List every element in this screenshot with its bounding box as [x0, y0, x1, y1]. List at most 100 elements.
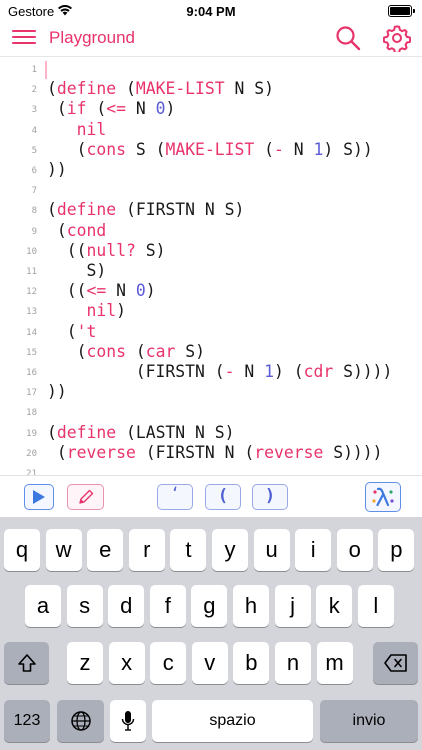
- close-paren-button[interactable]: ): [252, 484, 288, 510]
- key-z[interactable]: z: [67, 642, 103, 684]
- code-text: nil: [47, 120, 107, 140]
- numbers-key[interactable]: 123: [4, 700, 50, 742]
- keyword-token: cond: [66, 220, 107, 240]
- run-button[interactable]: [24, 484, 54, 510]
- code-line: 6)): [0, 160, 422, 180]
- code-token: ): [116, 301, 126, 321]
- code-editor[interactable]: 1 2 (define (MAKE-LIST N S) 3 (if (<= N 0) 4…: [0, 57, 422, 475]
- code-token: (: [47, 79, 57, 99]
- key-j[interactable]: j: [274, 585, 311, 627]
- key-n[interactable]: n: [275, 642, 311, 684]
- code-token: ) (: [273, 362, 304, 381]
- clock: 9:04 PM: [186, 4, 236, 19]
- code-token: (LASTN N S): [116, 422, 235, 442]
- key-s[interactable]: s: [66, 585, 103, 627]
- keyword-token: define: [56, 79, 117, 99]
- status-bar: Gestore 9:04 PM: [0, 0, 422, 22]
- backspace-key[interactable]: [373, 642, 418, 684]
- key-b[interactable]: b: [233, 642, 270, 684]
- code-text: (define (LASTN N S): [47, 423, 235, 443]
- open-paren-button[interactable]: (: [205, 484, 241, 510]
- code-line: 19 (define (LASTN N S): [0, 423, 422, 443]
- page-title: Playground: [49, 28, 136, 47]
- code-line: 17)): [0, 382, 422, 402]
- key-k[interactable]: k: [316, 585, 353, 627]
- key-t[interactable]: t: [170, 529, 207, 571]
- search-icon[interactable]: [335, 25, 361, 56]
- key-d[interactable]: d: [108, 585, 145, 627]
- line-number: 20: [26, 448, 37, 459]
- code-line: 13 nil): [0, 301, 422, 321]
- key-c[interactable]: c: [150, 642, 187, 684]
- code-token: (: [47, 99, 67, 119]
- number-token: 0: [155, 99, 166, 119]
- key-m[interactable]: m: [316, 642, 353, 684]
- key-i[interactable]: i: [295, 529, 332, 571]
- key-w[interactable]: w: [45, 529, 82, 571]
- key-e[interactable]: e: [87, 529, 124, 571]
- space-key[interactable]: spazio: [152, 700, 313, 742]
- code-line: 4 nil: [0, 120, 422, 140]
- code-text: ((null? S): [47, 241, 166, 261]
- key-u[interactable]: u: [253, 529, 290, 571]
- gear-icon[interactable]: [382, 24, 412, 57]
- key-q[interactable]: q: [4, 529, 40, 571]
- code-line: 14 ('t: [0, 322, 422, 342]
- keyword-token: car: [145, 341, 176, 361]
- code-token: S)))): [333, 362, 393, 381]
- keyword-token: define: [56, 200, 117, 220]
- line-number: 16: [26, 368, 37, 378]
- key-p[interactable]: p: [378, 529, 415, 571]
- keyword-token: 't: [76, 321, 97, 341]
- shift-key[interactable]: [4, 642, 49, 684]
- code-line: 3 (if (<= N 0): [0, 99, 422, 119]
- keyword-token: cons: [86, 139, 126, 159]
- code-token: S (: [125, 139, 166, 159]
- code-token: (FIRSTN N S): [116, 200, 245, 220]
- key-g[interactable]: g: [191, 585, 228, 627]
- line-number: 3: [31, 105, 37, 116]
- code-token: (: [125, 341, 146, 361]
- key-v[interactable]: v: [191, 642, 228, 684]
- hamburger-menu-icon[interactable]: [12, 30, 36, 48]
- code-text: (define (MAKE-LIST N S): [47, 79, 274, 99]
- number-token: 0: [135, 281, 146, 301]
- code-token: N: [106, 281, 136, 301]
- keyword-token: if: [66, 99, 87, 119]
- key-y[interactable]: y: [212, 529, 248, 571]
- line-number: 2: [31, 85, 37, 96]
- code-line: 20 (reverse (FIRSTN N (reverse S)))): [0, 443, 422, 463]
- return-key[interactable]: invio: [320, 700, 418, 742]
- line-number: 17: [26, 388, 37, 399]
- code-text: )): [47, 160, 67, 180]
- editor-toolbar: ‘ ( ): [0, 475, 422, 518]
- code-token: (: [47, 220, 67, 240]
- keyword-token: MAKE-LIST: [165, 139, 255, 159]
- code-line: 7: [0, 180, 422, 200]
- line-number: 18: [26, 408, 37, 419]
- code-token: (: [47, 200, 57, 220]
- key-o[interactable]: o: [336, 529, 373, 571]
- keyword-token: cons: [86, 341, 126, 361]
- line-number: 8: [31, 206, 37, 217]
- code-text: (reverse (FIRSTN N (reverse S)))): [47, 443, 383, 463]
- code-token: ): [145, 281, 156, 301]
- key-r[interactable]: r: [128, 529, 165, 571]
- key-f[interactable]: f: [149, 585, 186, 627]
- microphone-key[interactable]: [110, 700, 146, 742]
- lambda-button[interactable]: [365, 482, 401, 512]
- quote-button[interactable]: ‘: [157, 484, 193, 510]
- code-text: (cons (car S): [47, 342, 205, 362]
- code-line: 5 (cons S (MAKE-LIST (- N 1) S)): [0, 140, 422, 160]
- globe-key[interactable]: [57, 700, 104, 742]
- key-x[interactable]: x: [108, 642, 145, 684]
- key-a[interactable]: a: [25, 585, 61, 627]
- code-token: N: [126, 99, 156, 119]
- line-number: 5: [31, 145, 37, 156]
- code-token: (: [47, 422, 57, 442]
- edit-button[interactable]: [67, 484, 104, 510]
- key-h[interactable]: h: [233, 585, 269, 627]
- key-l[interactable]: l: [357, 585, 394, 627]
